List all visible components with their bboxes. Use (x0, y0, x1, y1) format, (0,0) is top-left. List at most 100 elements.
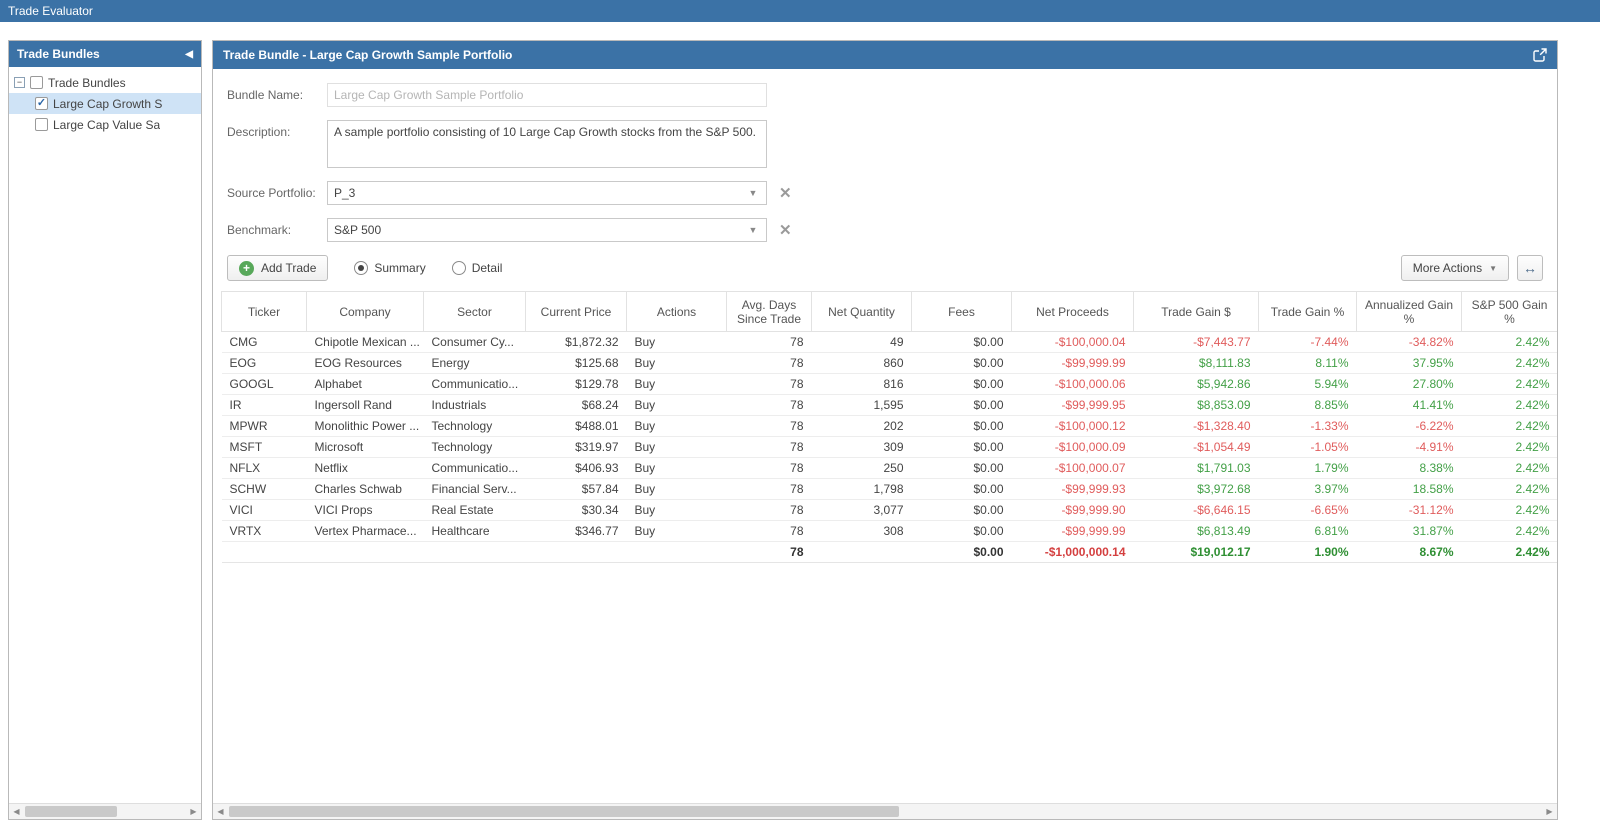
cell-net-quantity: 1,798 (811, 478, 912, 500)
cell-current-price: $129.78 (525, 373, 627, 395)
column-header-sector[interactable]: Sector (423, 291, 526, 332)
cell-trade-gain-dollars: $3,972.68 (1133, 478, 1259, 500)
table-row[interactable]: NFLX Netflix Communicatio... $406.93 Buy 78 25… (221, 457, 1557, 479)
column-header-sp500-gain-pct[interactable]: S&P 500 Gain % (1461, 291, 1557, 332)
scrollbar-thumb[interactable] (229, 806, 899, 817)
cell-trade-gain-pct: 1.90% (1258, 541, 1357, 563)
sidebar-horizontal-scrollbar[interactable]: ◀ ▶ (9, 803, 201, 819)
trades-toolbar: + Add Trade Summary Detail More Actions … (213, 255, 1557, 281)
scroll-left-icon[interactable]: ◀ (9, 804, 24, 819)
cell-current-price: $1,872.32 (525, 331, 627, 353)
tree-root-checkbox[interactable] (30, 76, 43, 89)
cell-company (306, 541, 424, 563)
checkbox-unchecked[interactable] (35, 118, 48, 131)
table-row[interactable]: GOOGL Alphabet Communicatio... $129.78 Buy 78… (221, 373, 1557, 395)
column-header-net-quantity[interactable]: Net Quantity (811, 291, 912, 332)
table-row[interactable]: SCHW Charles Schwab Financial Serv... $57.8… (221, 478, 1557, 500)
cell-annualized-gain-pct: -34.82% (1356, 331, 1462, 353)
tree-item[interactable]: Large Cap Value Sa (9, 114, 201, 135)
fit-columns-button[interactable]: ↔ (1517, 255, 1543, 281)
cell-ticker: CMG (221, 331, 307, 353)
more-actions-button[interactable]: More Actions ▼ (1400, 255, 1509, 281)
cell-trade-gain-pct: 5.94% (1258, 373, 1357, 395)
cell-sp500-gain-pct: 2.42% (1461, 436, 1557, 458)
column-header-ticker[interactable]: Ticker (221, 291, 307, 332)
scroll-right-icon[interactable]: ▶ (186, 804, 201, 819)
add-trade-button[interactable]: + Add Trade (227, 255, 329, 281)
column-header-net-proceeds[interactable]: Net Proceeds (1011, 291, 1134, 332)
column-header-trade-gain-dollars[interactable]: Trade Gain $ (1133, 291, 1259, 332)
bundle-tree: − Trade Bundles ✓ Large Cap Growth S Large… (9, 67, 201, 135)
cell-sector: Real Estate (423, 499, 526, 521)
bundle-name-input[interactable] (327, 83, 767, 107)
column-header-actions[interactable]: Actions (626, 291, 727, 332)
column-header-company[interactable]: Company (306, 291, 424, 332)
cell-net-quantity: 860 (811, 352, 912, 374)
detail-radio[interactable]: Detail (451, 261, 502, 275)
benchmark-select[interactable]: S&P 500 ▼ (327, 218, 767, 242)
chevron-down-icon[interactable]: ▼ (740, 188, 766, 198)
column-header-annualized-gain-pct[interactable]: Annualized Gain % (1356, 291, 1462, 332)
table-row[interactable]: VRTX Vertex Pharmace... Healthcare $346.77 B… (221, 520, 1557, 542)
tree-item[interactable]: ✓ Large Cap Growth S (9, 93, 201, 114)
summary-radio[interactable]: Summary (354, 261, 426, 275)
clear-source-portfolio-icon[interactable]: ✕ (779, 186, 792, 201)
table-row[interactable]: CMG Chipotle Mexican ... Consumer Cy... $1,… (221, 331, 1557, 353)
description-input[interactable] (327, 120, 767, 168)
cell-annualized-gain-pct: 41.41% (1356, 394, 1462, 416)
cell-trade-gain-dollars: $8,853.09 (1133, 394, 1259, 416)
table-row[interactable]: IR Ingersoll Rand Industrials $68.24 Buy 78 1,… (221, 394, 1557, 416)
cell-net-quantity: 250 (811, 457, 912, 479)
popout-icon[interactable] (1533, 48, 1547, 62)
source-portfolio-value: P_3 (334, 186, 356, 200)
column-header-trade-gain-pct[interactable]: Trade Gain % (1258, 291, 1357, 332)
tree-root-row[interactable]: − Trade Bundles (9, 72, 201, 93)
cell-trade-gain-pct: 8.85% (1258, 394, 1357, 416)
cell-annualized-gain-pct: 8.67% (1356, 541, 1462, 563)
benchmark-row: Benchmark: S&P 500 ▼ ✕ (227, 218, 1543, 242)
chevron-down-icon: ▼ (1489, 263, 1497, 273)
chevron-down-icon[interactable]: ▼ (740, 225, 766, 235)
source-portfolio-row: Source Portfolio: P_3 ▼ ✕ (227, 181, 1543, 205)
cell-fees: $0.00 (911, 541, 1012, 563)
scroll-left-icon[interactable]: ◀ (213, 804, 228, 819)
cell-net-quantity: 816 (811, 373, 912, 395)
toolbar-right: More Actions ▼ ↔ (1400, 255, 1543, 281)
cell-sp500-gain-pct: 2.42% (1461, 478, 1557, 500)
scroll-right-icon[interactable]: ▶ (1542, 804, 1557, 819)
source-portfolio-select[interactable]: P_3 ▼ (327, 181, 767, 205)
cell-net-proceeds: -$100,000.12 (1011, 415, 1134, 437)
cell-trade-gain-dollars: $1,791.03 (1133, 457, 1259, 479)
cell-avg-days-since-trade: 78 (726, 541, 812, 563)
cell-fees: $0.00 (911, 457, 1012, 479)
cell-net-proceeds: -$99,999.90 (1011, 499, 1134, 521)
column-header-current-price[interactable]: Current Price (525, 291, 627, 332)
cell-fees: $0.00 (911, 520, 1012, 542)
trade-bundle-panel-header: Trade Bundle - Large Cap Growth Sample P… (213, 41, 1557, 69)
bundle-tree-children: ✓ Large Cap Growth S Large Cap Value Sa (9, 93, 201, 135)
table-row[interactable]: VICI VICI Props Real Estate $30.34 Buy 78 3,07… (221, 499, 1557, 521)
cell-trade-gain-dollars: -$6,646.15 (1133, 499, 1259, 521)
checkbox-checked[interactable]: ✓ (35, 97, 48, 110)
table-row[interactable]: EOG EOG Resources Energy $125.68 Buy 78 860 $0.… (221, 352, 1557, 374)
cell-annualized-gain-pct: 18.58% (1356, 478, 1462, 500)
table-row[interactable]: MSFT Microsoft Technology $319.97 Buy 78 309 $0… (221, 436, 1557, 458)
trade-bundle-panel-title: Trade Bundle - Large Cap Growth Sample P… (223, 48, 513, 62)
column-header-fees[interactable]: Fees (911, 291, 1012, 332)
table-row[interactable]: MPWR Monolithic Power ... Technology $488.0… (221, 415, 1557, 437)
cell-trade-gain-dollars: -$1,328.40 (1133, 415, 1259, 437)
clear-benchmark-icon[interactable]: ✕ (779, 223, 792, 238)
column-header-avg-days-since-trade[interactable]: Avg. Days Since Trade (726, 291, 812, 332)
tree-expander-icon[interactable]: − (14, 77, 25, 88)
cell-company: Ingersoll Rand (306, 394, 424, 416)
cell-company: EOG Resources (306, 352, 424, 374)
cell-avg-days-since-trade: 78 (726, 331, 812, 353)
cell-net-quantity: 49 (811, 331, 912, 353)
cell-company: Charles Schwab (306, 478, 424, 500)
cell-fees: $0.00 (911, 352, 1012, 374)
scrollbar-thumb[interactable] (25, 806, 117, 817)
cell-net-quantity: 3,077 (811, 499, 912, 521)
collapse-panel-icon[interactable]: ◀ (185, 49, 193, 60)
cell-current-price: $125.68 (525, 352, 627, 374)
main-horizontal-scrollbar[interactable]: ◀ ▶ (213, 803, 1557, 819)
